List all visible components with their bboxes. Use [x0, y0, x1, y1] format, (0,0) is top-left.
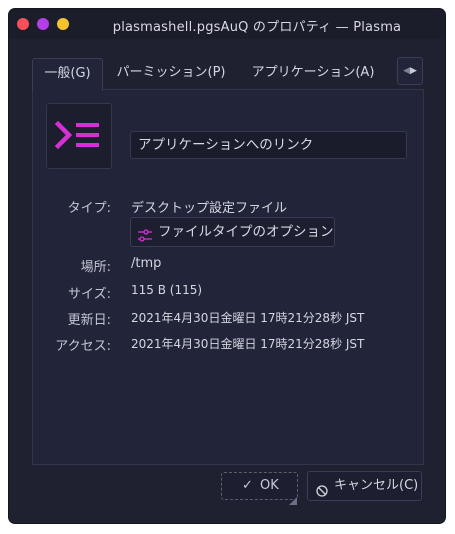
location-value: /tmp: [131, 256, 162, 271]
modified-value: 2021年4月30日金曜日 17時21分28秒 JST: [131, 311, 365, 325]
window-title: plasmashell.pgsAuQ のプロパティ — Plasma: [112, 20, 402, 35]
filetype-options-label: ファイルタイプのオプション: [158, 224, 334, 240]
scroll-right-icon[interactable]: ▶: [410, 66, 417, 76]
general-tab-panel: アプリケーションへのリンク タイプ: デスクトップ設定ファイル ファイルタイプの…: [32, 89, 424, 465]
accessed-label: アクセス:: [55, 339, 111, 354]
cancel-button[interactable]: キャンセル(C): [307, 471, 422, 501]
cancel-icon: [316, 480, 328, 497]
ok-button[interactable]: ✓ OK: [221, 472, 298, 500]
size-value: 115 B (115): [131, 283, 203, 297]
cancel-label: キャンセル(C): [334, 478, 419, 493]
filetype-options-button[interactable]: ファイルタイプのオプション: [130, 217, 335, 247]
tab-general[interactable]: 一般(G): [32, 58, 103, 91]
accessed-value: 2021年4月30日金曜日 17時21分28秒 JST: [131, 337, 365, 351]
location-label: 場所:: [80, 260, 111, 275]
tab-scroll-arrows[interactable]: ◀▶: [397, 57, 423, 85]
tab-permissions[interactable]: パーミッション(P): [110, 58, 232, 89]
properties-dialog: plasmashell.pgsAuQ のプロパティ — Plasma 一般(G)…: [9, 9, 445, 523]
type-value: デスクトップ設定ファイル: [131, 201, 288, 216]
tab-applications[interactable]: アプリケーション(A): [243, 58, 383, 89]
size-label: サイズ:: [68, 287, 111, 302]
scroll-left-icon[interactable]: ◀: [403, 66, 410, 76]
close-window-button[interactable]: [17, 18, 29, 30]
minimize-window-button[interactable]: [57, 18, 69, 30]
sliders-icon: [138, 225, 152, 242]
name-input[interactable]: アプリケーションへのリンク: [130, 131, 407, 159]
type-label: タイプ:: [67, 201, 111, 216]
ok-label: OK: [260, 478, 279, 493]
checkmark-icon: ✓: [242, 478, 253, 493]
titlebar[interactable]: plasmashell.pgsAuQ のプロパティ — Plasma: [9, 9, 445, 39]
resize-grip-icon[interactable]: [289, 490, 297, 505]
konsole-icon[interactable]: [46, 103, 112, 169]
maximize-window-button[interactable]: [37, 18, 49, 30]
modified-label: 更新日:: [67, 313, 111, 328]
